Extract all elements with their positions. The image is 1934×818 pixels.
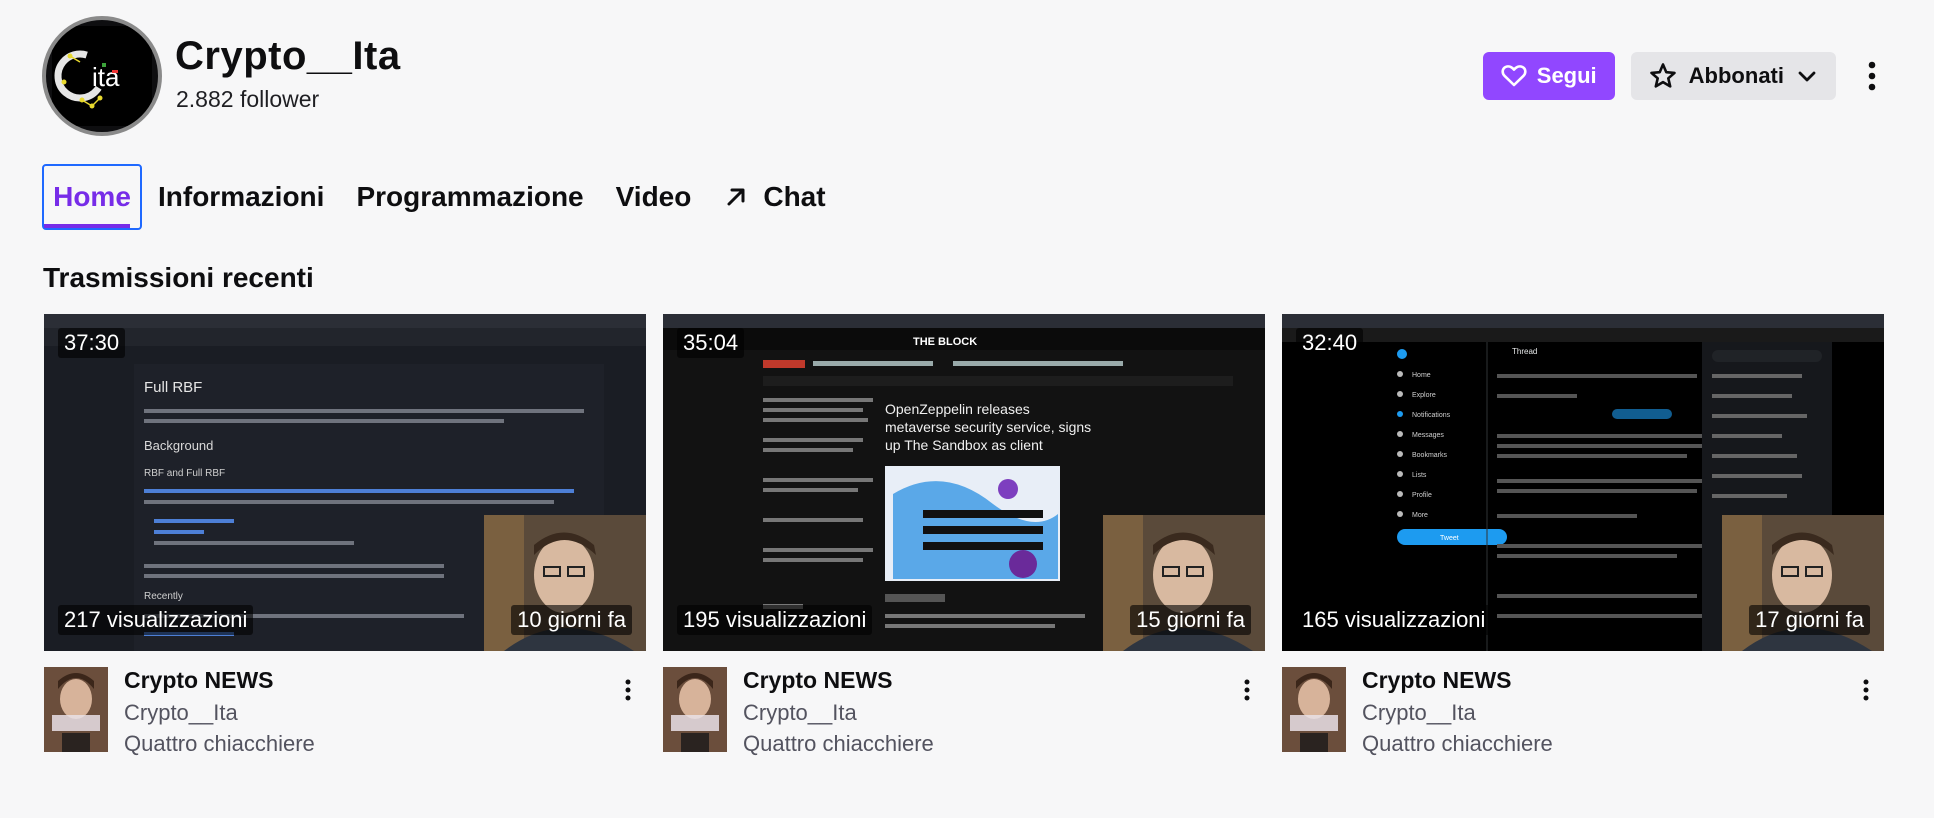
svg-text:THE BLOCK: THE BLOCK [913, 336, 977, 348]
video-channel[interactable]: Crypto__Ita [124, 700, 238, 726]
video-duration: 37:30 [58, 328, 126, 358]
video-thumbnail[interactable]: THE BLOCK OpenZeppelin releases metavers… [663, 314, 1265, 651]
more-options-button[interactable] [1852, 52, 1892, 100]
svg-text:Bookmarks: Bookmarks [1412, 452, 1448, 459]
svg-text:Messages: Messages [1412, 432, 1444, 439]
video-views: 217 visualizzazioni [58, 605, 254, 635]
video-meta: Crypto NEWS Crypto__Ita Quattro chiacchi… [44, 667, 646, 767]
svg-text:Thread: Thread [1512, 347, 1537, 356]
svg-text:Full RBF: Full RBF [144, 379, 202, 396]
svg-text:OpenZeppelin releases: OpenZeppelin releases [885, 401, 1030, 417]
video-card: THE BLOCK OpenZeppelin releases metavers… [663, 314, 1265, 767]
follow-button[interactable]: Segui [1482, 52, 1615, 100]
follower-count: 2.882 follower [176, 86, 320, 112]
tab-chat[interactable]: Chat [707, 164, 841, 230]
arrow-up-right-icon [727, 188, 745, 206]
section-title: Trasmissioni recenti [43, 262, 314, 293]
kebab-menu-icon [1868, 61, 1876, 91]
svg-text:up The Sandbox as client: up The Sandbox as client [885, 437, 1043, 453]
follow-label: Segui [1536, 63, 1597, 88]
kebab-menu-icon [1863, 679, 1869, 701]
video-more-button[interactable] [1237, 675, 1257, 705]
tab-video[interactable]: Video [600, 164, 708, 230]
video-title[interactable]: Crypto NEWS [124, 667, 274, 694]
video-duration: 32:40 [1296, 328, 1364, 358]
video-category[interactable]: Quattro chiacchiere [743, 731, 934, 757]
video-thumbnail[interactable]: Full RBF Background RBF and Full RBF Rec… [44, 314, 646, 651]
video-list: Full RBF Background RBF and Full RBF Rec… [44, 314, 1884, 767]
video-age: 15 giorni fa [1130, 605, 1251, 635]
category-box-art[interactable] [663, 667, 727, 752]
video-views: 195 visualizzazioni [677, 605, 873, 635]
video-thumbnail[interactable]: Home Explore Notifications Messages Book… [1282, 314, 1884, 651]
heart-icon [1501, 65, 1527, 87]
svg-text:More: More [1412, 512, 1428, 519]
tab-programmazione[interactable]: Programmazione [340, 164, 599, 230]
chevron-down-icon [1798, 71, 1816, 82]
svg-text:Home: Home [1412, 372, 1431, 379]
channel-logo-icon: ita [52, 26, 152, 126]
svg-text:Tweet: Tweet [1440, 535, 1459, 542]
video-age: 10 giorni fa [511, 605, 632, 635]
star-icon [1649, 63, 1676, 88]
channel-name[interactable]: Crypto__Ita [175, 34, 401, 79]
category-box-art[interactable] [44, 667, 108, 752]
video-more-button[interactable] [618, 675, 638, 705]
video-category[interactable]: Quattro chiacchiere [1362, 731, 1553, 757]
tab-chat-label: Chat [763, 181, 826, 212]
channel-tabs: Home Informazioni Programmazione Video C… [42, 164, 842, 230]
video-channel[interactable]: Crypto__Ita [1362, 700, 1476, 726]
svg-text:Notifications: Notifications [1412, 412, 1451, 419]
kebab-menu-icon [1244, 679, 1250, 701]
svg-text:Explore: Explore [1412, 392, 1436, 399]
video-channel[interactable]: Crypto__Ita [743, 700, 857, 726]
video-age: 17 giorni fa [1749, 605, 1870, 635]
video-duration: 35:04 [677, 328, 745, 358]
channel-avatar[interactable]: ita [42, 16, 162, 136]
tab-informazioni[interactable]: Informazioni [142, 164, 340, 230]
channel-header: ita Crypto__Ita 2.882 follower Segui Abb… [42, 16, 1892, 136]
category-box-art[interactable] [1282, 667, 1346, 752]
video-meta: Crypto NEWS Crypto__Ita Quattro chiacchi… [663, 667, 1265, 767]
subscribe-button[interactable]: Abbonati [1630, 52, 1836, 100]
subscribe-label: Abbonati [1688, 63, 1784, 88]
channel-actions: Segui Abbonati [1482, 52, 1892, 100]
svg-text:Profile: Profile [1412, 492, 1432, 499]
video-meta: Crypto NEWS Crypto__Ita Quattro chiacchi… [1282, 667, 1884, 767]
svg-text:Background: Background [144, 438, 213, 453]
tab-home[interactable]: Home [42, 164, 142, 230]
kebab-menu-icon [625, 679, 631, 701]
video-title[interactable]: Crypto NEWS [1362, 667, 1512, 694]
video-more-button[interactable] [1856, 675, 1876, 705]
video-card: Home Explore Notifications Messages Book… [1282, 314, 1884, 767]
svg-text:metaverse security service, si: metaverse security service, signs [885, 419, 1091, 435]
video-category[interactable]: Quattro chiacchiere [124, 731, 315, 757]
svg-text:RBF and Full RBF: RBF and Full RBF [144, 468, 225, 479]
video-card: Full RBF Background RBF and Full RBF Rec… [44, 314, 646, 767]
svg-text:Lists: Lists [1412, 472, 1427, 479]
svg-text:Recently: Recently [144, 591, 183, 602]
video-views: 165 visualizzazioni [1296, 605, 1492, 635]
video-title[interactable]: Crypto NEWS [743, 667, 893, 694]
